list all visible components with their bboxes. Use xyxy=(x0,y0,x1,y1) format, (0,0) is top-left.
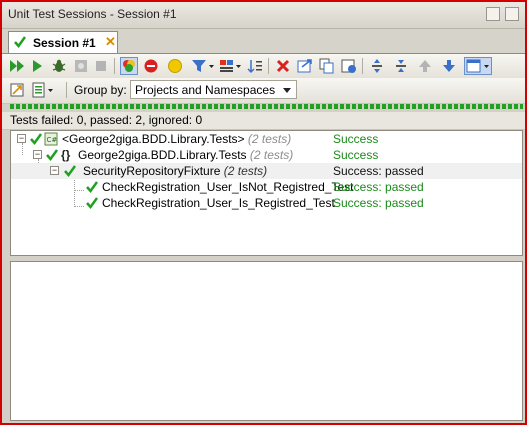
tree-node-label: George2giga.BDD.Library.Tests (2 tests) xyxy=(78,148,294,162)
arrow-up-icon[interactable] xyxy=(416,57,434,75)
sort-icon[interactable] xyxy=(246,57,264,75)
test-status: Success: passed xyxy=(333,196,424,210)
filter-icon[interactable] xyxy=(190,57,216,75)
export-icon[interactable] xyxy=(296,57,314,75)
main-toolbar xyxy=(2,54,525,80)
tree-node-label: <George2giga.BDD.Library.Tests> (2 tests… xyxy=(62,132,292,146)
tab-label: Session #1 xyxy=(33,36,96,50)
check-icon xyxy=(85,196,99,213)
collapse-toggle[interactable]: − xyxy=(33,150,42,159)
progress-bar xyxy=(10,104,523,109)
secondary-toolbar: Group by: Projects and Namespaces xyxy=(2,78,525,104)
test-status: Success: passed xyxy=(333,180,424,194)
run-all-icon[interactable] xyxy=(8,57,26,75)
svg-text:C#: C# xyxy=(47,136,58,144)
stop-icon[interactable] xyxy=(92,57,110,75)
close-window-button[interactable] xyxy=(505,7,519,21)
test-name: CheckRegistration_User_IsNot_Registred_T… xyxy=(102,180,354,194)
tree-row-test[interactable]: CheckRegistration_User_Is_Registred_Test… xyxy=(11,195,522,211)
group-by-select[interactable]: Projects and Namespaces xyxy=(130,80,297,99)
test-status: Success xyxy=(333,132,379,146)
collapse-all-icon[interactable] xyxy=(392,57,410,75)
debug-icon[interactable] xyxy=(50,57,68,75)
remove-icon[interactable] xyxy=(274,57,292,75)
settings-icon[interactable] xyxy=(340,57,358,75)
test-status: Success xyxy=(333,148,379,162)
close-tab-icon[interactable]: ✕ xyxy=(105,35,116,49)
unit-test-sessions-window: Unit Test Sessions - Session #1 Session … xyxy=(0,0,527,425)
ignored-filter-icon[interactable] xyxy=(166,57,184,75)
run-icon[interactable] xyxy=(28,57,46,75)
tab-session-1[interactable]: Session #1 ✕ xyxy=(8,31,118,53)
tree-row-namespace[interactable]: − {} George2giga.BDD.Library.Tests (2 te… xyxy=(11,147,522,163)
tab-strip: Session #1 ✕ xyxy=(2,29,525,54)
minimize-button[interactable] xyxy=(485,7,500,21)
test-name: CheckRegistration_User_Is_Registred_Test xyxy=(102,196,335,210)
tree-row-fixture[interactable]: − SecurityRepositoryFixture (2 tests) Su… xyxy=(11,163,522,179)
view-options-icon[interactable] xyxy=(30,81,58,99)
toolbar-separator xyxy=(66,82,67,98)
profile-icon[interactable] xyxy=(72,57,90,75)
window-title: Unit Test Sessions - Session #1 xyxy=(8,7,177,21)
status-line: Tests failed: 0, passed: 2, ignored: 0 xyxy=(2,112,525,130)
toolbar-separator xyxy=(362,58,363,74)
toolbar-separator xyxy=(114,58,115,74)
check-icon xyxy=(13,35,27,52)
test-tree: − C# <George2giga.BDD.Library.Tests> (2 … xyxy=(10,130,523,256)
collapse-toggle[interactable]: − xyxy=(17,134,26,143)
test-summary: Tests failed: 0, passed: 2, ignored: 0 xyxy=(10,113,203,127)
group-icon[interactable] xyxy=(218,57,244,75)
test-status: Success: passed xyxy=(333,164,424,178)
failed-filter-icon[interactable] xyxy=(142,57,160,75)
copy-icon[interactable] xyxy=(318,57,336,75)
show-results-icon[interactable] xyxy=(120,57,138,75)
chevron-down-icon xyxy=(283,88,291,93)
open-report-icon[interactable] xyxy=(8,81,26,99)
expand-all-icon[interactable] xyxy=(368,57,386,75)
output-pane xyxy=(10,261,523,421)
group-by-value: Projects and Namespaces xyxy=(135,83,276,97)
layout-icon[interactable] xyxy=(464,57,492,75)
title-bar: Unit Test Sessions - Session #1 xyxy=(2,2,525,29)
tree-row-assembly[interactable]: − C# <George2giga.BDD.Library.Tests> (2 … xyxy=(11,131,522,147)
tree-node-label: SecurityRepositoryFixture (2 tests) xyxy=(83,164,268,178)
arrow-down-icon[interactable] xyxy=(440,57,458,75)
toolbar-separator xyxy=(268,58,269,74)
group-by-label: Group by: xyxy=(74,83,127,97)
tree-row-test[interactable]: CheckRegistration_User_IsNot_Registred_T… xyxy=(11,179,522,195)
window-controls xyxy=(484,7,519,21)
csharp-project-icon: C# xyxy=(44,132,58,146)
collapse-toggle[interactable]: − xyxy=(50,166,59,175)
namespace-icon: {} xyxy=(61,148,71,162)
